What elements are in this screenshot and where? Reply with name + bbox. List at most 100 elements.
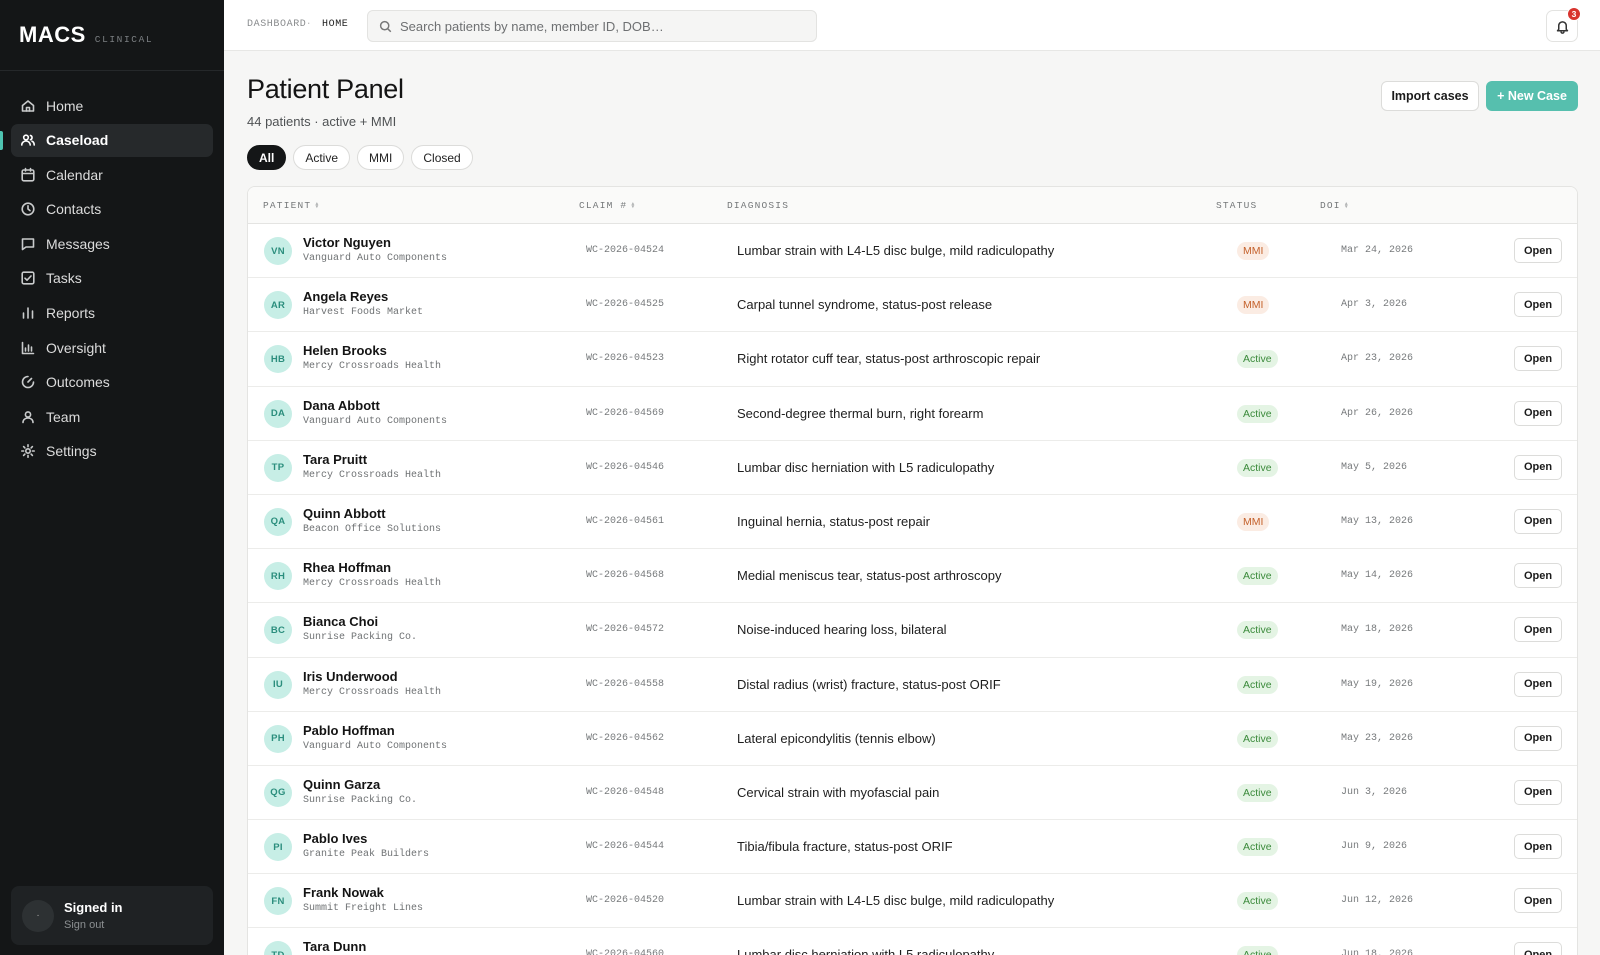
filter-chip-closed[interactable]: Closed [411,145,473,170]
filter-chip-active[interactable]: Active [293,145,351,170]
table-row[interactable]: HB Helen Brooks Mercy Crossroads Health … [248,332,1577,387]
brand-logo[interactable]: MACS [19,22,86,48]
patient-name[interactable]: Helen Brooks [303,343,387,358]
filter-chip-mmi[interactable]: MMI [357,145,405,170]
open-case-button[interactable]: Open [1514,725,1562,751]
sidebar-item-label: Reports [46,305,96,322]
patient-name[interactable]: Tara Dunn [303,939,366,954]
table-row[interactable]: FN Frank Nowak Summit Freight Lines WC-2… [248,874,1577,929]
diagnosis: Lumbar strain with L4-L5 disc bulge, mil… [737,893,1055,909]
open-case-button[interactable]: Open [1514,454,1562,480]
table-row[interactable]: VN Victor Nguyen Vanguard Auto Component… [248,224,1577,279]
open-case-button[interactable]: Open [1514,888,1562,914]
patient-name[interactable]: Pablo Hoffman [303,723,395,738]
table-row[interactable]: RH Rhea Hoffman Mercy Crossroads Health … [248,549,1577,604]
patient-name[interactable]: Bianca Choi [303,614,378,629]
claim-number: WC-2026-04572 [586,624,665,636]
column-label-doi: DOI [1320,200,1341,211]
patient-name[interactable]: Pablo Ives [303,831,367,846]
open-case-button[interactable]: Open [1514,671,1562,697]
patient-avatar: HB [264,345,292,374]
table-row[interactable]: BC Bianca Choi Sunrise Packing Co. WC-20… [248,603,1577,658]
status-badge: MMI [1237,296,1270,315]
status-badge: Active [1237,675,1278,694]
notifications-button[interactable]: 3 [1546,7,1581,42]
sidebar-item-reports[interactable]: Reports [11,297,213,330]
column-header-doi[interactable]: DOI ▲ ▼ [1320,200,1349,211]
date-of-injury: Apr 3, 2026 [1341,299,1408,311]
status-badge: Active [1237,729,1278,748]
sidebar-item-caseload[interactable]: Caseload [0,123,213,157]
table-row[interactable]: PH Pablo Hoffman Vanguard Auto Component… [248,712,1577,766]
patient-avatar: TD [264,941,292,955]
sidebar-item-outcomes[interactable]: Outcomes [11,366,213,399]
open-case-button[interactable]: Open [1514,834,1562,860]
search-bar[interactable] [367,10,817,42]
table-row[interactable]: PI Pablo Ives Granite Peak Builders WC-2… [248,820,1577,875]
table-row[interactable]: DA Dana Abbott Vanguard Auto Components … [248,387,1577,441]
message-icon [20,236,36,252]
patient-avatar: QG [264,778,292,807]
patient-name[interactable]: Tara Pruitt [303,452,367,467]
table-row[interactable]: QG Quinn Garza Sunrise Packing Co. WC-20… [248,766,1577,821]
import-cases-button[interactable]: Import cases [1381,81,1479,111]
patient-employer: Sunrise Packing Co. [303,794,418,806]
sidebar-item-contacts[interactable]: Contacts [11,193,213,226]
date-of-injury: May 19, 2026 [1341,678,1414,690]
breadcrumb-dashboard[interactable]: DASHBOARD [247,19,306,30]
table-row[interactable]: QA Quinn Abbott Beacon Office Solutions … [248,495,1577,550]
search-input[interactable] [400,18,800,34]
filter-chip-all[interactable]: All [247,145,287,170]
status-badge: Active [1237,458,1278,477]
patient-name[interactable]: Quinn Garza [303,777,380,792]
open-case-button[interactable]: Open [1514,942,1562,955]
table-row[interactable]: AR Angela Reyes Harvest Foods Market WC-… [248,278,1577,333]
patient-employer: Mercy Crossroads Health [303,686,442,698]
patient-name[interactable]: Quinn Abbott [303,506,386,521]
sidebar-item-tasks[interactable]: Tasks [11,262,213,295]
sidebar-item-settings[interactable]: Settings [11,435,213,468]
table-row[interactable]: IU Iris Underwood Mercy Crossroads Healt… [248,658,1577,712]
open-case-button[interactable]: Open [1514,346,1562,372]
open-case-button[interactable]: Open [1514,617,1562,643]
column-header-status: STATUS [1216,200,1257,211]
patient-name[interactable]: Victor Nguyen [303,235,391,250]
patient-name[interactable]: Iris Underwood [303,669,398,684]
sidebar-nav: Home Caseload Calendar Contacts Messages Task… [0,71,224,468]
open-case-button[interactable]: Open [1514,508,1562,534]
column-label-claim: CLAIM # [579,200,628,211]
table-body: VN Victor Nguyen Vanguard Auto Component… [248,224,1577,955]
sidebar-item-oversight[interactable]: Oversight [11,331,213,364]
column-header-claim[interactable]: CLAIM # ▲ ▼ [579,200,636,211]
patient-name[interactable]: Dana Abbott [303,398,380,413]
diagnosis: Tibia/fibula fracture, status-post ORIF [737,839,953,855]
sidebar-item-team[interactable]: Team [11,400,213,433]
sidebar-item-messages[interactable]: Messages [11,227,213,260]
new-case-button[interactable]: + New Case [1486,81,1578,111]
sidebar-item-calendar[interactable]: Calendar [11,158,213,191]
home-icon [20,98,36,114]
status-badge: MMI [1237,512,1270,531]
sidebar-item-home[interactable]: Home [11,89,213,122]
patient-employer: Granite Peak Builders [303,849,430,861]
date-of-injury: Jun 12, 2026 [1341,895,1414,907]
claim-number: WC-2026-04561 [586,515,665,527]
claim-number: WC-2026-04560 [586,949,665,955]
patient-avatar: QA [264,507,292,536]
claim-number: WC-2026-04546 [586,461,665,473]
open-case-button[interactable]: Open [1514,400,1562,426]
column-header-patient[interactable]: PATIENT ▲ ▼ [263,200,320,211]
avatar[interactable]: · [22,899,54,932]
sign-out-link[interactable]: Sign out [64,919,123,931]
open-case-button[interactable]: Open [1514,563,1562,589]
open-case-button[interactable]: Open [1514,238,1562,263]
open-case-button[interactable]: Open [1514,292,1562,318]
open-case-button[interactable]: Open [1514,779,1562,805]
table-row[interactable]: TD Tara Dunn WC-2026-04560 Lumbar disc h… [248,928,1577,955]
table-row[interactable]: TP Tara Pruitt Mercy Crossroads Health W… [248,441,1577,495]
claim-number: WC-2026-04525 [586,299,665,311]
column-header-diagnosis: DIAGNOSIS [727,200,789,211]
patient-name[interactable]: Rhea Hoffman [303,560,391,575]
patient-name[interactable]: Frank Nowak [303,885,384,900]
patient-name[interactable]: Angela Reyes [303,289,388,304]
